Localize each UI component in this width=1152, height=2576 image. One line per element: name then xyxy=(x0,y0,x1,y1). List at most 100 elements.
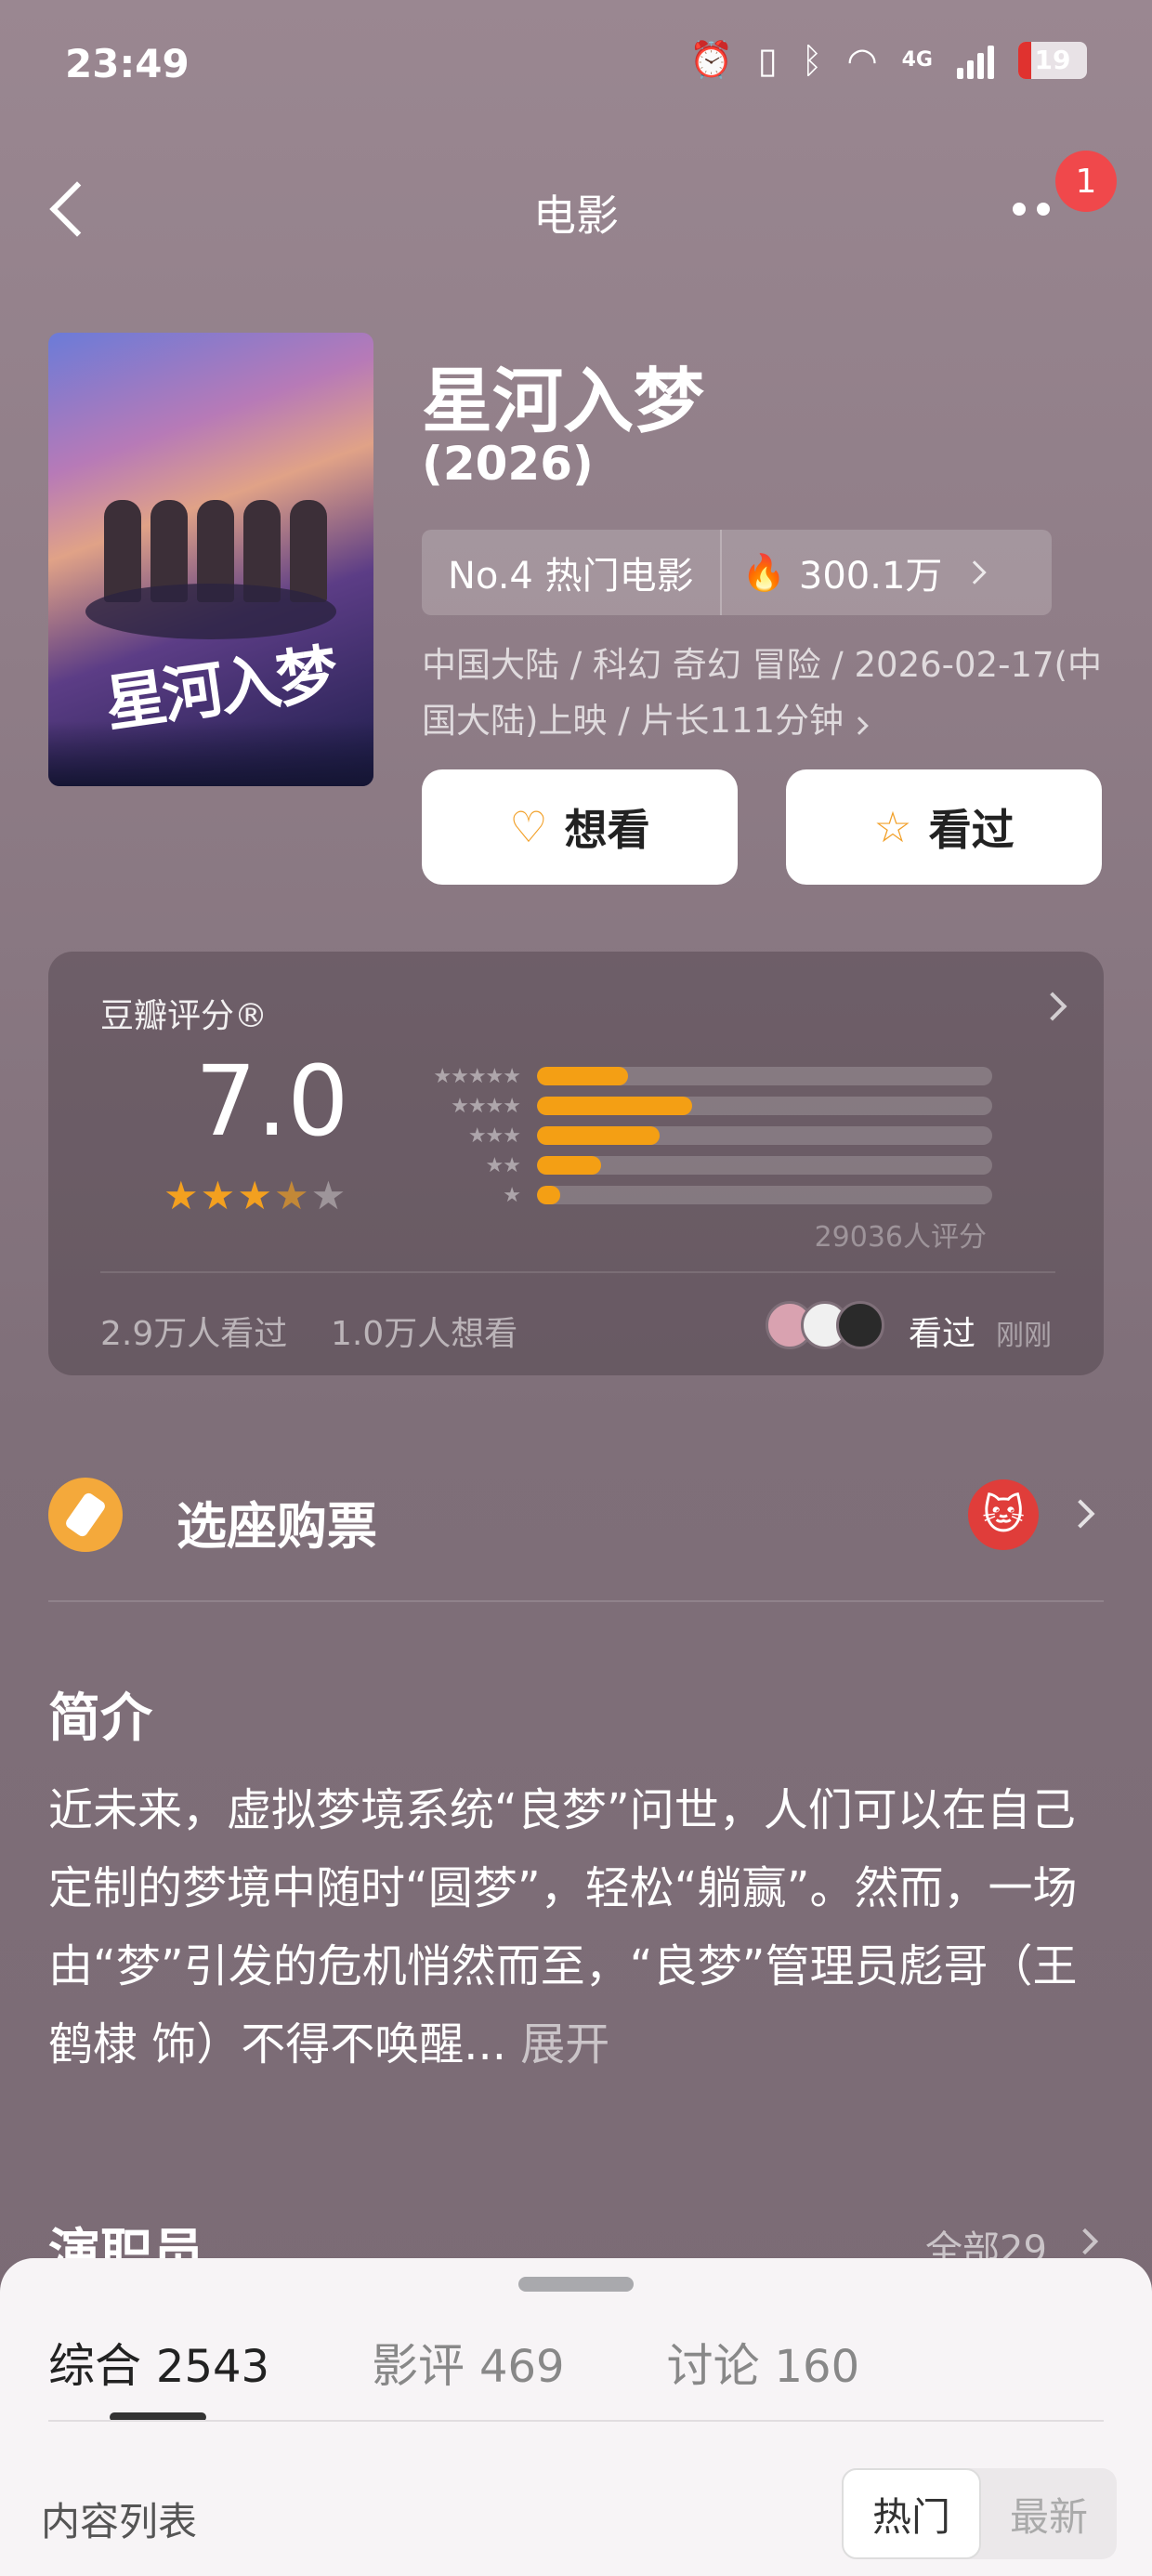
rating-dist-row: ★★★★★ xyxy=(398,1061,1039,1091)
network-type: 4G xyxy=(901,48,933,72)
want-count: 1.0万人想看 xyxy=(331,1315,518,1353)
rating-dist-bar xyxy=(537,1126,992,1145)
divider xyxy=(48,2420,1104,2422)
rating-card[interactable]: 豆瓣评分® 7.0 ★★★★★ ★★★★★ ★★★★ ★★★ ★★ ★ 29036人评分… xyxy=(48,952,1104,1375)
rating-dist-fill xyxy=(537,1186,560,1204)
chevron-right-icon xyxy=(1066,1499,1095,1529)
tab-label: 综合 xyxy=(48,2339,141,2393)
rating-dist-fill xyxy=(537,1156,601,1175)
drag-handle[interactable] xyxy=(518,2277,634,2292)
rank-pill[interactable]: No.4 热门电影 🔥 300.1万 xyxy=(422,530,1052,615)
tab-reviews[interactable]: 影评 469 xyxy=(372,2329,565,2396)
ticket-row[interactable]: 选座购票 🐱 xyxy=(48,1463,1104,1565)
movie-meta[interactable]: 中国大陆 / 科幻 奇幻 冒险 / 2026-02-17(中国大陆)上映 / 片… xyxy=(422,637,1109,749)
status-bar: 23:49 ⏰ ▯ ᛒ ◠ 4G 19 xyxy=(0,0,1152,130)
tab-count: 160 xyxy=(774,2341,860,2393)
chevron-right-icon xyxy=(962,560,988,585)
star-icon: ★ xyxy=(164,1173,201,1218)
rating-dist-bar xyxy=(537,1186,992,1204)
content-list-label: 内容列表 xyxy=(41,2499,198,2544)
rating-dist-stars: ★★★★★ xyxy=(433,1064,521,1088)
rating-label: 豆瓣评分® xyxy=(100,997,268,1035)
flame-icon: 🔥 xyxy=(741,551,786,593)
want-button[interactable]: ♡ 想看 xyxy=(422,769,738,885)
tab-label: 讨论 xyxy=(666,2339,760,2393)
rating-dist-bar xyxy=(537,1097,992,1115)
tab-overall[interactable]: 综合 2543 xyxy=(48,2329,269,2396)
sort-new-button[interactable]: 最新 xyxy=(981,2468,1117,2559)
rating-dist-row: ★ xyxy=(398,1180,1039,1210)
rank-label: No.4 热门电影 xyxy=(448,555,694,598)
rating-count: 29036人评分 xyxy=(814,1221,987,1254)
star-icon: ★ xyxy=(237,1173,274,1218)
top-nav: 电影 xyxy=(0,149,1152,269)
rating-distribution: ★★★★★ ★★★★ ★★★ ★★ ★ xyxy=(398,1061,1039,1210)
wifi-icon: ◠ xyxy=(846,39,878,81)
tab-count: 2543 xyxy=(155,2341,270,2393)
chevron-right-icon xyxy=(850,716,869,735)
rating-dist-fill xyxy=(537,1067,628,1085)
seen-button[interactable]: ☆ 看过 xyxy=(786,769,1102,885)
star-icon: ★ xyxy=(200,1173,238,1218)
ticket-icon xyxy=(48,1478,123,1552)
rating-dist-fill xyxy=(537,1097,692,1115)
divider xyxy=(100,1271,1055,1273)
star-icon: ☆ xyxy=(873,802,912,852)
more-button[interactable] xyxy=(1013,195,1068,223)
rating-dist-bar xyxy=(537,1156,992,1175)
movie-meta-text: 中国大陆 / 科幻 奇幻 冒险 / 2026-02-17(中国大陆)上映 / 片… xyxy=(422,645,1102,741)
rating-score: 7.0 xyxy=(195,1045,349,1158)
battery-icon: 19 xyxy=(1018,41,1087,79)
sort-toggle: 热门 最新 xyxy=(842,2468,1117,2559)
movie-title: 星河入梦 xyxy=(422,360,704,442)
bottom-sheet: 综合 2543 影评 469 讨论 160 内容列表 热门 最新 xyxy=(0,2258,1152,2576)
expand-link[interactable]: 展开 xyxy=(506,2018,609,2070)
maoyan-cat-icon: 🐱 xyxy=(968,1479,1039,1550)
rating-dist-stars: ★★★★ xyxy=(451,1094,521,1118)
bluetooth-icon: ᛒ xyxy=(801,39,823,81)
dot-icon xyxy=(1037,203,1050,216)
vibrate-icon: ▯ xyxy=(757,39,778,81)
sort-hot-button[interactable]: 热门 xyxy=(842,2468,981,2559)
seen-label: 看过 xyxy=(928,805,1015,855)
battery-level: 19 xyxy=(1034,45,1071,75)
page-title: 电影 xyxy=(533,191,619,241)
heart-plus-icon: ♡ xyxy=(509,802,548,852)
rating-dist-stars: ★ xyxy=(503,1183,521,1207)
avatar xyxy=(836,1301,884,1349)
signal-icon xyxy=(957,42,994,79)
ticket-label: 选座购票 xyxy=(177,1497,377,1556)
intro-heading: 简介 xyxy=(48,1689,152,1749)
friend-avatars[interactable] xyxy=(766,1301,884,1349)
rating-dist-row: ★★★ xyxy=(398,1121,1039,1150)
status-time: 23:49 xyxy=(65,41,190,86)
friend-activity: 看过 xyxy=(909,1315,976,1353)
status-icons: ⏰ ▯ ᛒ ◠ 4G 19 xyxy=(689,39,1087,81)
rating-stars: ★★★★★ xyxy=(164,1173,347,1218)
rating-dist-stars: ★★ xyxy=(485,1153,521,1177)
seen-count: 2.9万人看过 xyxy=(100,1315,288,1353)
rating-dist-fill xyxy=(537,1126,661,1145)
sheet-tabs: 综合 2543 影评 469 讨论 160 xyxy=(48,2329,859,2396)
tab-label: 影评 xyxy=(372,2339,465,2393)
star-icon: ★ xyxy=(310,1173,348,1218)
movie-poster[interactable]: 星河入梦 xyxy=(48,333,373,786)
chevron-right-icon xyxy=(1071,2228,1099,2255)
alarm-icon: ⏰ xyxy=(689,39,734,80)
poster-footer xyxy=(48,721,373,786)
heat-info: 🔥 300.1万 xyxy=(722,545,1004,599)
intro-text: 近未来，虚拟梦境系统“良梦”问世，人们可以在自己定制的梦境中随时“圆梦”，轻松“… xyxy=(48,1771,1107,2083)
movie-year: (2026) xyxy=(422,437,594,491)
heat-value: 300.1万 xyxy=(798,555,943,598)
star-icon: ★ xyxy=(273,1173,311,1218)
tab-discussions[interactable]: 讨论 160 xyxy=(667,2329,860,2396)
rating-dist-bar xyxy=(537,1067,992,1085)
tab-count: 469 xyxy=(478,2341,565,2393)
dot-icon xyxy=(1013,203,1026,216)
divider xyxy=(48,1600,1104,1602)
rating-dist-row: ★★ xyxy=(398,1150,1039,1180)
rating-dist-row: ★★★★ xyxy=(398,1091,1039,1121)
want-label: 想看 xyxy=(564,805,650,855)
rating-dist-stars: ★★★ xyxy=(467,1124,521,1148)
notification-badge: 1 xyxy=(1055,151,1117,212)
